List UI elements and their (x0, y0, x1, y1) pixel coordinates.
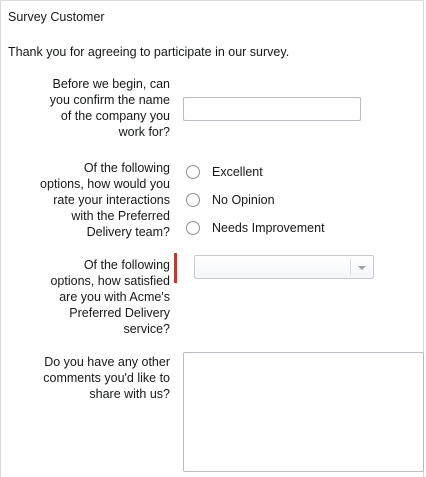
radio-button[interactable] (186, 221, 200, 235)
radio-label: Excellent (212, 165, 263, 179)
required-indicator (174, 253, 177, 283)
rating-radio-group: Excellent No Opinion Needs Improvement (186, 158, 325, 242)
rating-question-label: Of the following options, how would you … (40, 161, 170, 239)
radio-option-needs-improvement[interactable]: Needs Improvement (186, 214, 325, 242)
comments-question-label: Do you have any other comments you'd lik… (43, 355, 170, 401)
company-name-input[interactable] (183, 97, 361, 121)
select-divider (350, 259, 351, 275)
radio-option-excellent[interactable]: Excellent (186, 158, 325, 186)
chevron-down-icon[interactable] (358, 266, 366, 270)
survey-intro: Thank you for agreeing to participate in… (8, 45, 290, 59)
radio-button[interactable] (186, 193, 200, 207)
radio-option-no-opinion[interactable]: No Opinion (186, 186, 325, 214)
survey-panel: Survey Customer Thank you for agreeing t… (0, 0, 424, 477)
radio-label: Needs Improvement (212, 221, 325, 235)
survey-title: Survey Customer (8, 10, 105, 24)
radio-button[interactable] (186, 165, 200, 179)
comments-textarea[interactable] (183, 352, 424, 472)
satisfaction-question-label: Of the following options, how satisfied … (50, 258, 170, 336)
radio-label: No Opinion (212, 193, 275, 207)
company-question-label: Before we begin, can you confirm the nam… (49, 77, 170, 139)
satisfaction-select[interactable] (194, 255, 374, 279)
